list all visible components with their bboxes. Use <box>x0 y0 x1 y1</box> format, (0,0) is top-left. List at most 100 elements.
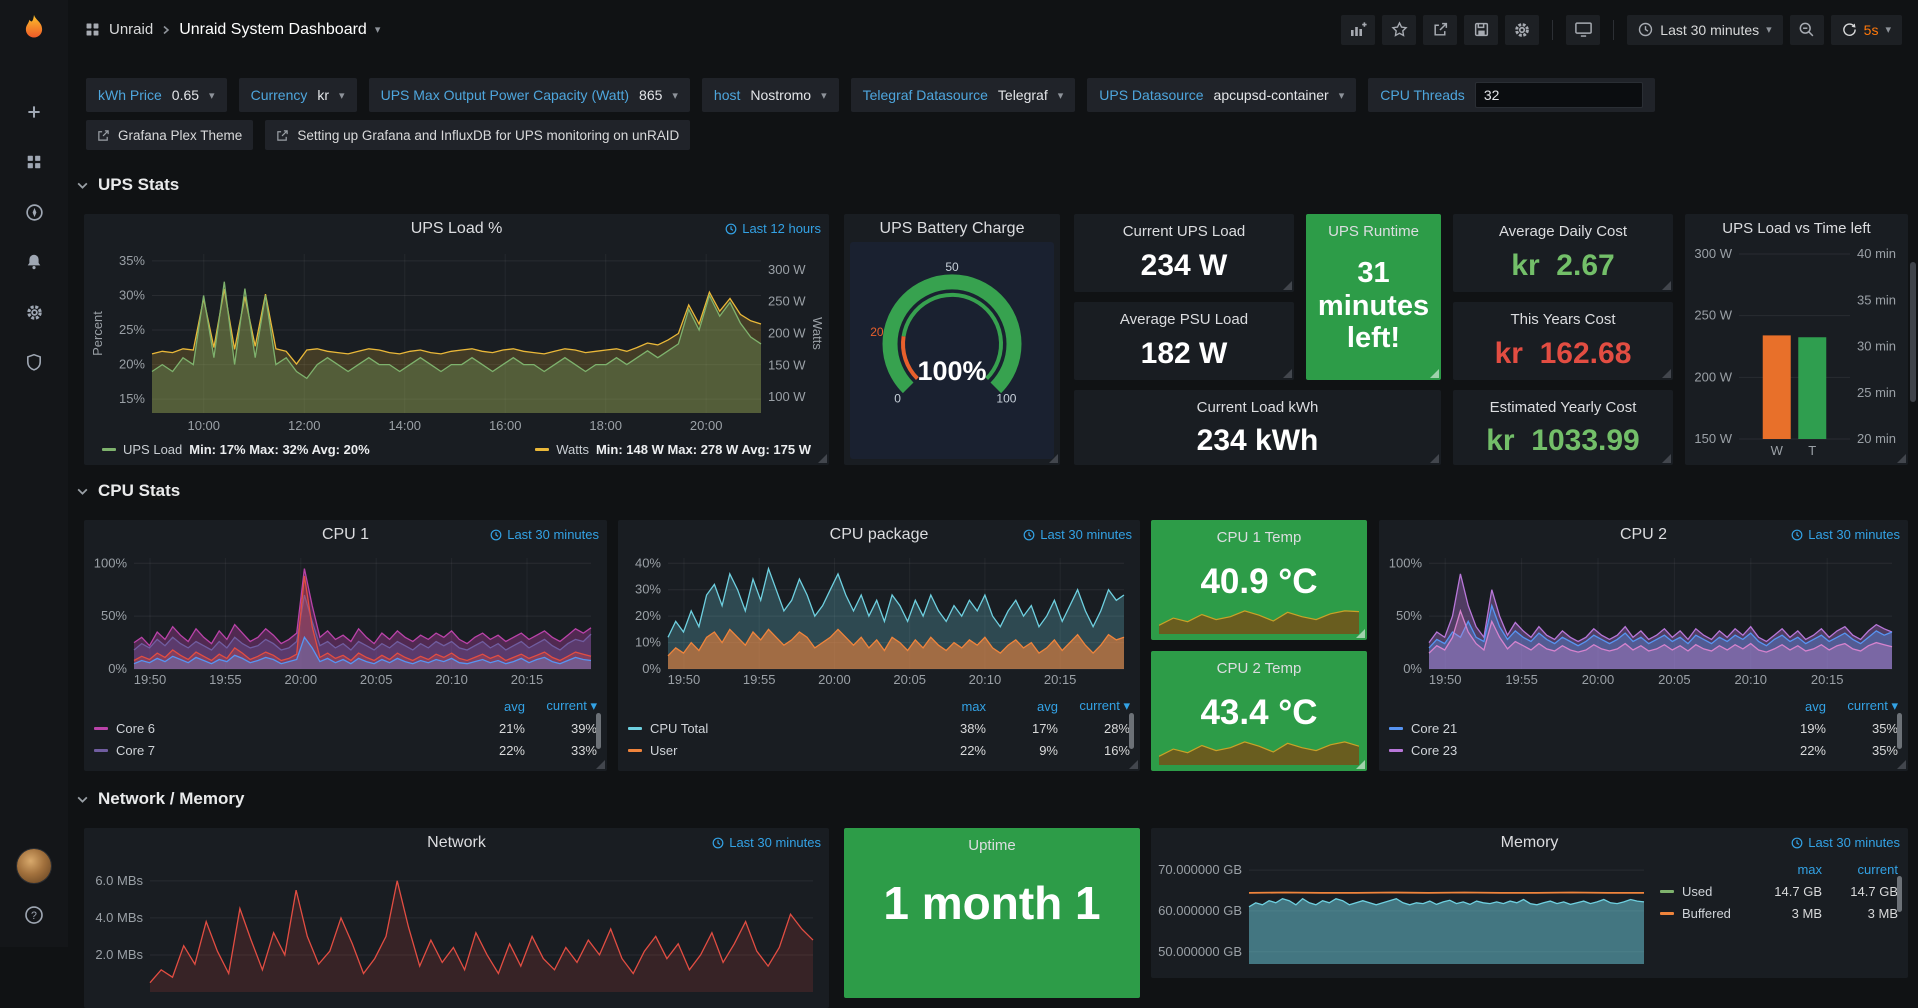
resize-handle[interactable] <box>1356 760 1365 769</box>
variable-ups-datasource[interactable]: UPS Datasource apcupsd-container ▾ <box>1087 78 1356 112</box>
variable-kwh-price[interactable]: kWh Price 0.65 ▾ <box>86 78 227 112</box>
legend-row-core-7[interactable]: Core 722%33% <box>94 739 597 761</box>
explore-compass-icon[interactable] <box>16 198 52 226</box>
dashboards-icon[interactable] <box>16 148 52 176</box>
section-ups-stats[interactable]: UPS Stats <box>76 172 179 198</box>
zoom-out-button[interactable] <box>1790 15 1824 45</box>
resize-handle[interactable] <box>1129 760 1138 769</box>
panel-title[interactable]: UPS Load % <box>84 220 829 238</box>
section-cpu-stats[interactable]: CPU Stats <box>76 478 180 504</box>
resize-handle[interactable] <box>1897 760 1906 769</box>
star-button[interactable] <box>1382 15 1416 45</box>
legend-row-used[interactable]: Used14.7 GB14.7 GB <box>1660 880 1898 902</box>
cpu2-chart[interactable]: 0%50%100%19:5019:5520:0020:0520:1020:15 <box>1383 550 1904 689</box>
resize-handle[interactable] <box>1049 454 1058 463</box>
legend-scrollbar[interactable] <box>1897 713 1902 749</box>
time-range-picker[interactable]: Last 30 minutes ▾ <box>1627 15 1782 45</box>
legend-scrollbar[interactable] <box>1897 876 1902 912</box>
section-network-memory[interactable]: Network / Memory <box>76 786 244 812</box>
legend-col-avg[interactable]: avg <box>1754 699 1826 714</box>
legend-series-name: CPU Total <box>650 721 914 736</box>
resize-handle[interactable] <box>818 454 827 463</box>
time-range-badge[interactable]: Last 30 minutes <box>1791 527 1900 542</box>
resize-handle[interactable] <box>1356 629 1365 638</box>
panel-title[interactable]: UPS Battery Charge <box>844 220 1060 238</box>
memory-chart[interactable]: 50.000000 GB60.000000 GB70.000000 GB <box>1155 858 1654 972</box>
panel-title[interactable]: CPU 1 Temp <box>1151 529 1367 546</box>
legend-col-current[interactable]: current <box>1822 862 1898 877</box>
link-grafana-plex-theme[interactable]: Grafana Plex Theme <box>86 120 253 150</box>
legend-scrollbar[interactable] <box>596 713 601 749</box>
legend-row-buffered[interactable]: Buffered3 MB3 MB <box>1660 902 1898 924</box>
cpu1-chart[interactable]: 0%50%100%19:5019:5520:0020:0520:1020:15 <box>88 550 603 689</box>
panel-title[interactable]: Average Daily Cost <box>1453 223 1673 240</box>
panel-title[interactable]: Uptime <box>844 837 1140 854</box>
panel-title[interactable]: Estimated Yearly Cost <box>1453 399 1673 416</box>
resize-handle[interactable] <box>1283 369 1292 378</box>
link-grafana-influxdb-ups-guide[interactable]: Setting up Grafana and InfluxDB for UPS … <box>265 120 690 150</box>
resize-handle[interactable] <box>1662 454 1671 463</box>
page-scrollbar[interactable] <box>1910 262 1916 402</box>
cycle-view-monitor-icon[interactable] <box>1566 15 1600 45</box>
configuration-gear-icon[interactable] <box>16 298 52 326</box>
refresh-control[interactable]: 5s ▾ <box>1831 15 1902 45</box>
variable-telegraf-datasource[interactable]: Telegraf Datasource Telegraf ▾ <box>851 78 1076 112</box>
ups-bar-chart[interactable]: 150 W200 W250 W300 W20 min25 min30 min35… <box>1687 244 1906 459</box>
panel-title[interactable]: Current Load kWh <box>1074 399 1441 416</box>
help-icon[interactable]: ? <box>16 901 52 929</box>
network-chart[interactable]: 2.0 MBs4.0 MBs6.0 MBs <box>88 858 825 998</box>
legend-row-user[interactable]: User22%9%16% <box>628 739 1130 761</box>
panel-title[interactable]: CPU 2 Temp <box>1151 660 1367 677</box>
alerting-bell-icon[interactable] <box>16 248 52 276</box>
resize-handle[interactable] <box>1430 369 1439 378</box>
breadcrumb-folder[interactable]: Unraid <box>109 21 153 38</box>
variable-ups-max-output[interactable]: UPS Max Output Power Capacity (Watt) 865… <box>369 78 690 112</box>
cpu-package-chart[interactable]: 0%10%20%30%40%19:5019:5520:0020:0520:102… <box>622 550 1136 689</box>
resize-handle[interactable] <box>1662 369 1671 378</box>
admin-shield-icon[interactable] <box>16 348 52 376</box>
legend-row-core-6[interactable]: Core 621%39% <box>94 717 597 739</box>
legend-col-avg[interactable]: avg <box>453 699 525 714</box>
legend-col-max[interactable]: max <box>914 699 986 714</box>
resize-handle[interactable] <box>1662 281 1671 290</box>
time-range-badge[interactable]: Last 30 minutes <box>712 835 821 850</box>
add-panel-button[interactable] <box>1341 15 1375 45</box>
legend-row-cpu-total[interactable]: CPU Total38%17%28% <box>628 717 1130 739</box>
legend-col-current[interactable]: current ▾ <box>525 698 597 714</box>
panel-title[interactable]: Average PSU Load <box>1074 311 1294 328</box>
legend-col-current[interactable]: current ▾ <box>1058 698 1130 714</box>
resize-handle[interactable] <box>1283 281 1292 290</box>
time-range-badge[interactable]: Last 30 minutes <box>490 527 599 542</box>
grafana-logo-icon[interactable] <box>14 10 54 50</box>
legend-col-max[interactable]: max <box>1746 862 1822 877</box>
variable-currency[interactable]: Currency kr ▾ <box>239 78 357 112</box>
variable-host[interactable]: host Nostromo ▾ <box>702 78 839 112</box>
panel-title[interactable]: UPS Runtime <box>1306 223 1441 240</box>
legend-series[interactable]: Watts <box>556 442 589 457</box>
chevron-down-icon[interactable]: ▾ <box>375 23 381 36</box>
resize-handle[interactable] <box>596 760 605 769</box>
ups-load-chart[interactable]: 15%20%25%30%35%100 W150 W200 W250 W300 W… <box>88 244 825 435</box>
time-range-badge[interactable]: Last 12 hours <box>725 221 821 236</box>
legend-scrollbar[interactable] <box>1129 713 1134 749</box>
chart-legend: maxcurrent Used14.7 GB14.7 GBBuffered3 MB… <box>1660 858 1898 924</box>
dashboard-title[interactable]: Unraid System Dashboard <box>179 21 367 39</box>
legend-col-current[interactable]: current ▾ <box>1826 698 1898 714</box>
legend-col-avg[interactable]: avg <box>986 699 1058 714</box>
panel-title[interactable]: Current UPS Load <box>1074 223 1294 240</box>
legend-row-core-23[interactable]: Core 2322%35% <box>1389 739 1898 761</box>
create-plus-icon[interactable] <box>16 98 52 126</box>
time-range-badge[interactable]: Last 30 minutes <box>1791 835 1900 850</box>
dashboard-settings-gear-icon[interactable] <box>1505 15 1539 45</box>
user-avatar[interactable] <box>17 849 51 883</box>
panel-title[interactable]: UPS Load vs Time left <box>1685 220 1908 237</box>
save-button[interactable] <box>1464 15 1498 45</box>
share-button[interactable] <box>1423 15 1457 45</box>
legend-series[interactable]: UPS Load <box>123 442 182 457</box>
resize-handle[interactable] <box>1430 454 1439 463</box>
cpu-threads-input[interactable] <box>1475 82 1643 108</box>
legend-row-core-21[interactable]: Core 2119%35% <box>1389 717 1898 739</box>
resize-handle[interactable] <box>1897 454 1906 463</box>
panel-title[interactable]: This Years Cost <box>1453 311 1673 328</box>
time-range-badge[interactable]: Last 30 minutes <box>1023 527 1132 542</box>
